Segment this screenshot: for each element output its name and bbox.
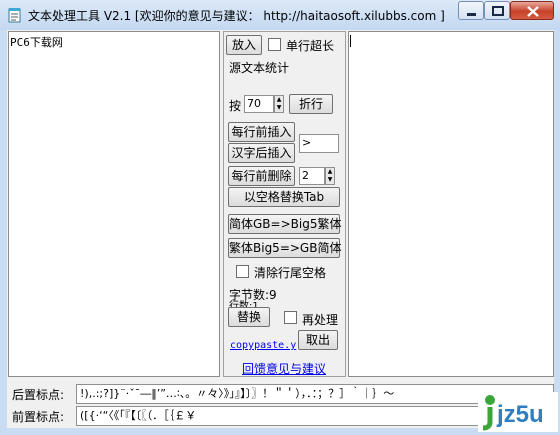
result-text-area[interactable]	[348, 31, 554, 377]
watermark-text: jz5u	[496, 401, 544, 428]
leading-punct-label: 前置标点:	[12, 410, 65, 424]
simp-to-trad-button[interactable]: 简体GB=>Big5繁体	[228, 214, 341, 234]
replace-spaces-tab-button[interactable]: 以空格替换Tab	[228, 187, 340, 207]
source-text-content: PC6下载网	[10, 36, 63, 49]
replace-button[interactable]: 替换	[228, 307, 270, 327]
single-line-overflow-label: 单行超长	[286, 39, 335, 53]
minimize-button[interactable]	[458, 1, 484, 20]
minimize-icon	[467, 13, 476, 16]
source-stats-label: 源文本统计	[229, 61, 290, 75]
press-label: 按	[229, 99, 242, 113]
close-icon	[527, 6, 539, 17]
delete-count-input[interactable]: 2	[299, 167, 325, 185]
insert-button[interactable]: 放入	[226, 35, 262, 55]
wrap-width-input[interactable]: 70	[244, 95, 274, 113]
reprocess-label: 再处理	[302, 313, 339, 327]
trailing-punct-label: 后置标点:	[12, 388, 65, 402]
delete-count-stepper[interactable]: ▲ ▼	[325, 167, 335, 185]
stepper-down-icon: ▼	[327, 176, 333, 183]
stepper-up-icon: ▲	[327, 168, 333, 175]
jz5u-watermark-logo: jz5u	[478, 392, 558, 432]
window-title: 文本处理工具 V2.1 [欢迎你的意见与建议： http://haitaosof…	[28, 9, 445, 23]
maximize-icon	[492, 6, 504, 16]
feedback-link[interactable]: 回馈意见与建议	[242, 360, 326, 377]
wrap-width-stepper[interactable]: ▲ ▼	[274, 95, 284, 113]
source-text-area[interactable]	[8, 31, 220, 377]
insert-line-start-button[interactable]: 每行前插入	[228, 122, 295, 142]
stepper-up-icon: ▲	[276, 96, 282, 103]
insert-text-input[interactable]: >	[299, 134, 339, 153]
close-button[interactable]	[510, 1, 554, 20]
reprocess-checkbox[interactable]	[284, 311, 297, 324]
maximize-button[interactable]	[484, 1, 510, 20]
notepad-icon	[8, 8, 21, 23]
clear-trailing-spaces-checkbox[interactable]	[236, 265, 249, 278]
insert-after-chinese-button[interactable]: 汉字后插入	[228, 143, 295, 163]
fetch-button[interactable]: 取出	[298, 330, 338, 350]
copypaste-link[interactable]: copypaste.y	[230, 340, 296, 351]
clear-trailing-spaces-label: 清除行尾空格	[254, 266, 327, 280]
single-line-overflow-checkbox[interactable]	[268, 38, 281, 51]
delete-line-start-button[interactable]: 每行前删除	[228, 166, 295, 186]
stepper-down-icon: ▼	[276, 104, 282, 111]
leading-punct-input[interactable]: ([{·‘“〈《「『【〔〖（．［｛￡￥	[76, 406, 486, 426]
wrap-button[interactable]: 折行	[289, 94, 333, 114]
text-caret	[350, 35, 351, 47]
trad-to-simp-button[interactable]: 繁体Big5=>GB简体	[228, 238, 341, 258]
